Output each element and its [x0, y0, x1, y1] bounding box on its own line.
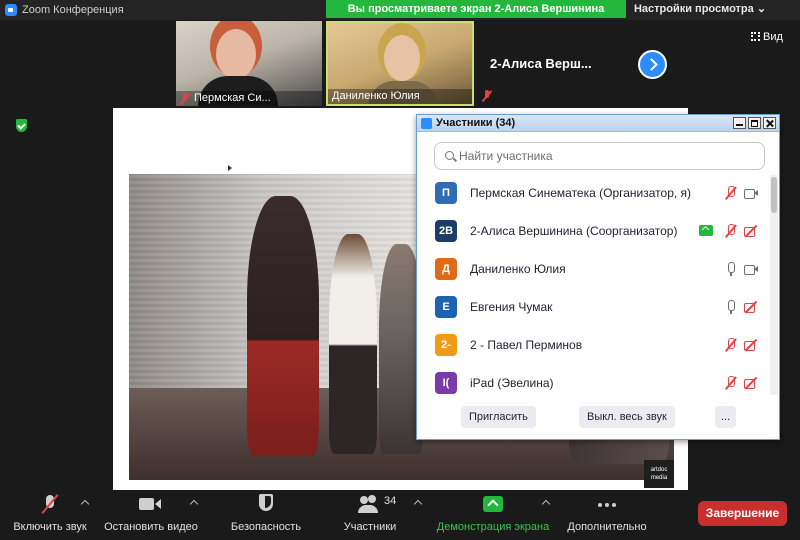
search-icon: [445, 151, 454, 160]
participant-row[interactable]: П Пермская Синематека (Организатор, я): [417, 175, 769, 213]
participant-search[interactable]: [434, 142, 765, 170]
avatar: I(: [435, 372, 457, 394]
chevron-up-icon[interactable]: [413, 499, 423, 509]
camera-off-icon[interactable]: [743, 338, 759, 352]
view-button[interactable]: Вид: [751, 31, 783, 43]
mic-off-icon[interactable]: [723, 376, 739, 390]
more-icon: [596, 494, 618, 514]
camera-icon[interactable]: [743, 262, 759, 276]
view-label: Вид: [763, 31, 783, 43]
mic-off-icon: [482, 90, 492, 102]
participants-icon: [358, 494, 380, 514]
photo-figure: [329, 234, 377, 454]
participant-row[interactable]: 2В 2-Алиса Вершинина (Соорганизатор): [417, 213, 769, 251]
presenter-name: 2-Алиса Верш...: [490, 56, 592, 71]
share-screen-icon: [483, 496, 503, 512]
share-screen-icon: [699, 225, 713, 236]
more-label: Дополнительно: [567, 521, 647, 533]
mic-off-icon: [39, 494, 61, 514]
view-settings-label: Настройки просмотра: [633, 3, 754, 15]
participant-name: Евгения Чумак: [470, 300, 553, 314]
share-screen-label: Демонстрация экрана: [436, 521, 550, 533]
avatar: Д: [435, 258, 457, 280]
maximize-button[interactable]: [748, 117, 761, 129]
participants-count: 34: [384, 495, 397, 507]
more-options-button[interactable]: ...: [715, 406, 737, 428]
shield-icon: [255, 494, 277, 514]
video-tile-name-text: Даниленко Юлия: [332, 90, 420, 102]
unmute-button[interactable]: Включить звук: [8, 490, 92, 540]
participants-list: П Пермская Синематека (Организатор, я) 2В 2…: [417, 175, 769, 395]
unmute-label: Включить звук: [13, 521, 87, 533]
avatar: П: [435, 182, 457, 204]
mic-off-icon: [180, 93, 190, 105]
mic-off-icon[interactable]: [723, 224, 739, 238]
participant-row[interactable]: 2- 2 - Павел Перминов: [417, 327, 769, 365]
zoom-window: Zoom Конференция Вы просматриваете экран…: [0, 0, 800, 540]
camera-off-icon[interactable]: [743, 300, 759, 314]
zoom-logo-icon: [5, 4, 17, 16]
participant-head: [216, 29, 256, 79]
mouse-cursor: [228, 165, 232, 171]
camera-icon: [139, 494, 161, 514]
photo-figure: [247, 196, 319, 456]
video-label: Остановить видео: [104, 521, 198, 533]
search-input[interactable]: [459, 147, 749, 165]
security-button[interactable]: Безопасность: [228, 490, 304, 540]
participant-head: [384, 35, 420, 81]
end-meeting-button[interactable]: Завершение: [698, 501, 787, 526]
participant-name: Даниленко Юлия: [470, 262, 566, 276]
invite-button[interactable]: Пригласить: [461, 406, 536, 428]
close-button[interactable]: [763, 117, 776, 129]
mic-off-icon[interactable]: [723, 186, 739, 200]
participants-label: Участники: [343, 521, 397, 533]
sharing-banner: Вы просматриваете экран 2-Алиса Вершинин…: [326, 0, 626, 18]
avatar: 2В: [435, 220, 457, 242]
participant-row[interactable]: Д Даниленко Юлия: [417, 251, 769, 289]
shield-icon[interactable]: [13, 117, 30, 134]
participant-name: 2 - Павел Перминов: [470, 338, 583, 352]
camera-off-icon[interactable]: [743, 224, 759, 238]
avatar: Е: [435, 296, 457, 318]
video-tile-name: Пермская Си...: [176, 91, 322, 106]
panel-title: Участники (34): [436, 117, 516, 129]
mic-icon[interactable]: [723, 300, 739, 314]
video-tile-2[interactable]: Даниленко Юлия: [326, 21, 474, 106]
grid-view-icon: [751, 32, 760, 41]
minimize-button[interactable]: [733, 117, 746, 129]
participant-row[interactable]: I( iPad (Эвелина): [417, 365, 769, 395]
panel-titlebar[interactable]: Участники (34): [417, 115, 779, 132]
camera-icon[interactable]: [743, 186, 759, 200]
meeting-toolbar: Включить звук Остановить видео Безопасно…: [0, 490, 800, 540]
participants-panel: Участники (34) П Пермская Синематека (Орг…: [416, 114, 780, 440]
video-button[interactable]: Остановить видео: [102, 490, 200, 540]
share-screen-button[interactable]: Демонстрация экрана: [432, 490, 554, 540]
zoom-logo-icon: [421, 118, 432, 129]
participant-name: iPad (Эвелина): [470, 376, 554, 390]
next-arrow-icon[interactable]: [638, 50, 667, 79]
view-settings-menu[interactable]: Настройки просмотра ⌄: [630, 0, 770, 18]
scrollbar[interactable]: [770, 175, 778, 395]
video-tile-name-text: Пермская Си...: [194, 92, 271, 104]
chevron-down-icon: ⌄: [756, 3, 767, 15]
artdoc-media-logo: artdoc media: [644, 460, 674, 488]
participants-button[interactable]: 34 Участники: [334, 490, 406, 540]
video-tile-1[interactable]: Пермская Си...: [176, 21, 322, 106]
mic-off-icon[interactable]: [723, 338, 739, 352]
avatar: 2-: [435, 334, 457, 356]
mic-icon[interactable]: [723, 262, 739, 276]
window-title: Zoom Конференция: [22, 4, 124, 16]
more-button[interactable]: Дополнительно: [562, 490, 652, 540]
camera-off-icon[interactable]: [743, 376, 759, 390]
mute-all-button[interactable]: Выкл. весь звук: [579, 406, 675, 428]
security-label: Безопасность: [230, 521, 302, 533]
watermark-text: artdoc media: [650, 467, 668, 481]
participant-row[interactable]: Е Евгения Чумак: [417, 289, 769, 327]
video-tile-name: Даниленко Юлия: [328, 89, 472, 104]
scrollbar-thumb[interactable]: [771, 177, 777, 213]
participant-name: Пермская Синематека (Организатор, я): [470, 186, 692, 200]
participant-name: 2-Алиса Вершинина (Соорганизатор): [470, 224, 678, 238]
